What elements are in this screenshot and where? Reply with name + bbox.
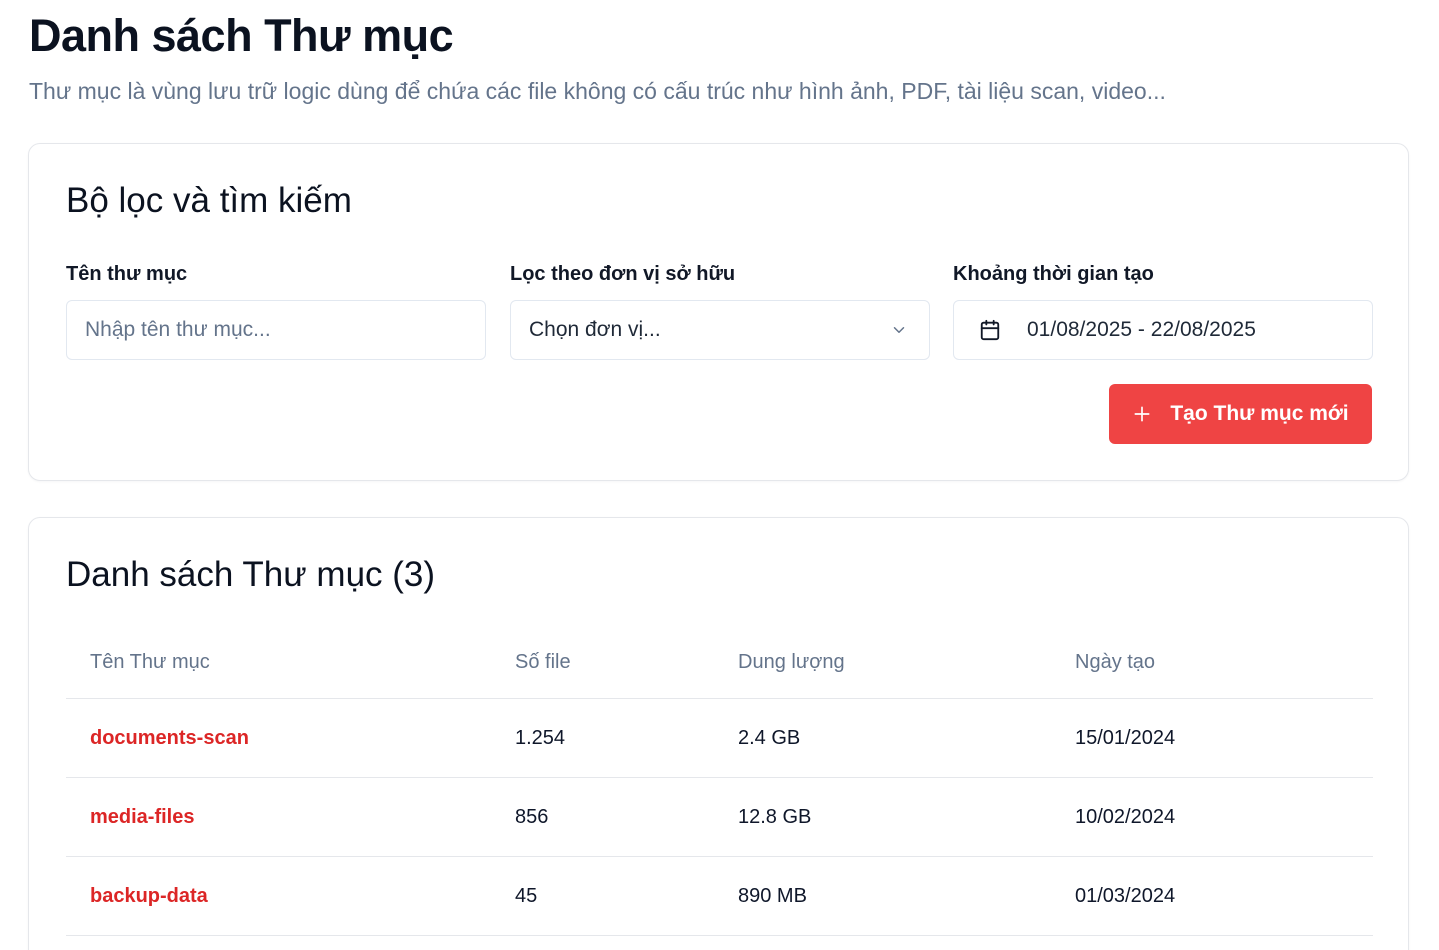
page: Danh sách Thư mục Thư mục là vùng lưu tr…	[0, 0, 1439, 950]
filter-card-title: Bộ lọc và tìm kiếm	[66, 181, 352, 220]
folder-size: 2.4 GB	[738, 727, 801, 749]
created-date: 10/02/2024	[1075, 806, 1176, 828]
chevron-down-icon	[889, 320, 909, 340]
column-header-created: Ngày tạo	[1075, 651, 1156, 673]
table-row[interactable]: media-files 856 12.8 GB 10/02/2024	[66, 778, 1373, 857]
folder-name-label: Tên thư mục	[66, 263, 188, 285]
folder-table: Tên Thư mục Số file Dung lượng Ngày tạo …	[66, 630, 1373, 936]
date-range-value: 01/08/2025 - 22/08/2025	[1027, 318, 1256, 341]
date-range-label: Khoảng thời gian tạo	[953, 263, 1154, 285]
file-count: 1.254	[515, 727, 566, 749]
folder-name-link[interactable]: documents-scan	[90, 727, 249, 750]
column-header-size: Dung lượng	[738, 651, 845, 673]
file-count: 45	[515, 885, 538, 907]
table-header: Tên Thư mục Số file Dung lượng Ngày tạo	[66, 630, 1373, 699]
created-date: 15/01/2024	[1075, 727, 1176, 749]
plus-icon	[1132, 404, 1152, 424]
folder-name-link[interactable]: media-files	[90, 806, 194, 829]
folder-list-title: Danh sách Thư mục (3)	[66, 555, 436, 594]
column-header-name: Tên Thư mục	[90, 651, 210, 673]
page-title: Danh sách Thư mục	[29, 10, 454, 61]
column-header-files: Số file	[515, 651, 571, 673]
owner-select[interactable]: Chọn đơn vị...	[510, 300, 930, 360]
table-row[interactable]: backup-data 45 890 MB 01/03/2024	[66, 857, 1373, 936]
table-row[interactable]: documents-scan 1.254 2.4 GB 15/01/2024	[66, 699, 1373, 778]
date-range-picker[interactable]: 01/08/2025 - 22/08/2025	[953, 300, 1373, 360]
folder-name-input[interactable]	[67, 301, 485, 359]
filter-card: Bộ lọc và tìm kiếm Tên thư mục Lọc theo …	[28, 143, 1409, 481]
created-date: 01/03/2024	[1075, 885, 1176, 907]
folder-size: 12.8 GB	[738, 806, 812, 828]
create-folder-button-label: Tạo Thư mục mới	[1170, 402, 1349, 425]
create-folder-button[interactable]: Tạo Thư mục mới	[1109, 384, 1372, 444]
folder-name-field[interactable]	[66, 300, 486, 360]
page-subtitle: Thư mục là vùng lưu trữ logic dùng để ch…	[29, 78, 1166, 104]
owner-select-value: Chọn đơn vị...	[529, 318, 661, 341]
folder-list-card: Danh sách Thư mục (3) Tên Thư mục Số fil…	[28, 517, 1409, 950]
folder-name-link[interactable]: backup-data	[90, 885, 208, 908]
owner-filter-label: Lọc theo đơn vị sở hữu	[510, 263, 736, 285]
calendar-icon	[978, 318, 1002, 342]
file-count: 856	[515, 806, 549, 828]
folder-size: 890 MB	[738, 885, 807, 907]
